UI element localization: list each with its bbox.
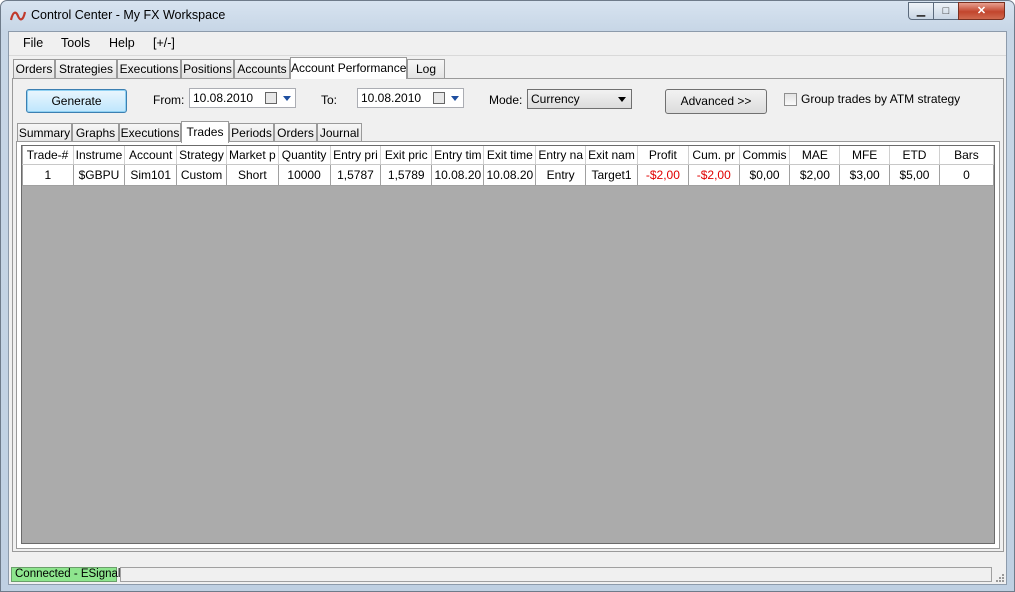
minimize-icon: ▁ [916,5,926,17]
table-cell: $GBPU [72,164,126,186]
menu-bar: File Tools Help [+/-] [9,32,1006,56]
tab-periods[interactable]: Periods [229,123,274,142]
tab-log[interactable]: Log [407,59,445,78]
table-cell: 1,5787 [329,164,382,186]
menu-tools[interactable]: Tools [61,36,90,50]
tab-summary[interactable]: Summary [17,123,72,142]
tab-strategies[interactable]: Strategies [55,59,117,78]
table-cell: 10.08.20 [483,164,537,186]
maximize-icon: □ [942,5,950,17]
col-header-exit-time[interactable]: Exit time [483,146,537,165]
tab-orders-sub[interactable]: Orders [274,123,317,142]
table-cell: Custom [176,164,227,186]
close-icon: ✕ [976,5,987,17]
col-header-exit-name[interactable]: Exit nam [585,146,638,165]
table-cell-profit: -$2,00 [636,164,689,186]
mode-value: Currency [531,92,580,106]
table-cell: Target1 [585,164,638,186]
table-cell: Short [226,164,279,186]
col-header-etd[interactable]: ETD [889,146,940,165]
col-header-bars[interactable]: Bars [939,146,994,165]
status-bar: Connected - ESignal [9,564,1006,584]
trades-grid[interactable]: Trade-# Instrume Account Strategy Market… [21,145,995,544]
col-header-account[interactable]: Account [124,146,178,165]
app-window: Control Center - My FX Workspace ▁ □ ✕ F… [0,0,1015,592]
tab-accounts[interactable]: Accounts [234,59,290,78]
menu-expand-toggle[interactable]: [+/-] [153,36,175,50]
col-header-instrument[interactable]: Instrume [73,146,126,165]
table-cell: $3,00 [839,164,891,186]
chevron-down-icon[interactable] [618,97,626,102]
chevron-down-icon[interactable] [283,96,291,101]
table-cell: 1,5789 [380,164,433,186]
table-cell: $0,00 [738,164,791,186]
col-header-cum-profit[interactable]: Cum. pr [688,146,740,165]
col-header-market-position[interactable]: Market p [226,146,279,165]
table-cell: Entry [535,164,587,186]
col-header-trade-number[interactable]: Trade-# [22,146,74,165]
group-trades-label[interactable]: Group trades by ATM strategy [801,92,960,106]
tab-executions-sub[interactable]: Executions [119,123,181,142]
connection-status: Connected - ESignal [11,567,120,582]
from-date-picker[interactable]: 10.08.2010 [189,88,296,108]
from-date-value: 10.08.2010 [193,91,254,105]
tab-orders[interactable]: Orders [13,59,55,78]
to-date-value: 10.08.2010 [361,91,422,105]
window-title: Control Center - My FX Workspace [31,8,226,22]
col-header-entry-time[interactable]: Entry tim [431,146,485,165]
mode-select[interactable]: Currency [527,89,632,109]
col-header-entry-price[interactable]: Entry pri [330,146,382,165]
group-trades-checkbox[interactable] [784,93,797,106]
col-header-commission[interactable]: Commis [739,146,791,165]
tab-account-performance[interactable]: Account Performance [290,57,407,79]
calendar-icon [433,92,445,104]
tab-positions[interactable]: Positions [181,59,234,78]
from-label: From: [153,93,185,107]
col-header-entry-name[interactable]: Entry na [535,146,587,165]
account-performance-panel: Generate From: 10.08.2010 To: 10.08.2010… [12,78,1004,552]
app-logo-icon [10,11,26,21]
col-header-profit[interactable]: Profit [637,146,689,165]
close-button[interactable]: ✕ [958,2,1005,20]
table-cell: 10000 [277,164,331,186]
table-cell: $5,00 [889,164,940,186]
client-area: File Tools Help [+/-] Orders Strategies … [8,31,1007,585]
col-header-strategy[interactable]: Strategy [176,146,227,165]
col-header-quantity[interactable]: Quantity [278,146,331,165]
header-row: Trade-# Instrume Account Strategy Market… [22,146,994,165]
table-cell: 1 [22,164,74,186]
tab-executions[interactable]: Executions [117,59,181,78]
table-cell: Sim101 [124,164,178,186]
maximize-button[interactable]: □ [933,2,959,20]
menu-help[interactable]: Help [109,36,135,50]
col-header-exit-price[interactable]: Exit pric [380,146,433,165]
calendar-icon [265,92,277,104]
table-cell: $2,00 [789,164,841,186]
minimize-button[interactable]: ▁ [908,2,934,20]
resize-grip-icon[interactable] [994,572,1004,582]
tab-graphs[interactable]: Graphs [72,123,119,142]
title-bar[interactable]: Control Center - My FX Workspace ▁ □ ✕ [1,1,1014,31]
chevron-down-icon[interactable] [451,96,459,101]
tab-journal[interactable]: Journal [317,123,362,142]
status-panel [120,567,992,582]
table-cell: 0 [938,164,994,186]
table-cell: 10.08.20 [431,164,485,186]
trades-table: Trade-# Instrume Account Strategy Market… [22,146,994,186]
generate-button[interactable]: Generate [26,89,127,113]
menu-file[interactable]: File [23,36,43,50]
mode-label: Mode: [489,93,523,107]
advanced-button[interactable]: Advanced >> [665,89,767,114]
col-header-mae[interactable]: MAE [789,146,841,165]
trades-panel: Trade-# Instrume Account Strategy Market… [16,141,1000,549]
tab-trades[interactable]: Trades [181,121,229,143]
table-row[interactable]: 1 $GBPU Sim101 Custom Short 10000 1,5787… [22,164,994,186]
col-header-mfe[interactable]: MFE [839,146,891,165]
to-date-picker[interactable]: 10.08.2010 [357,88,464,108]
to-label: To: [321,93,338,107]
table-cell-cum-profit: -$2,00 [687,164,740,186]
